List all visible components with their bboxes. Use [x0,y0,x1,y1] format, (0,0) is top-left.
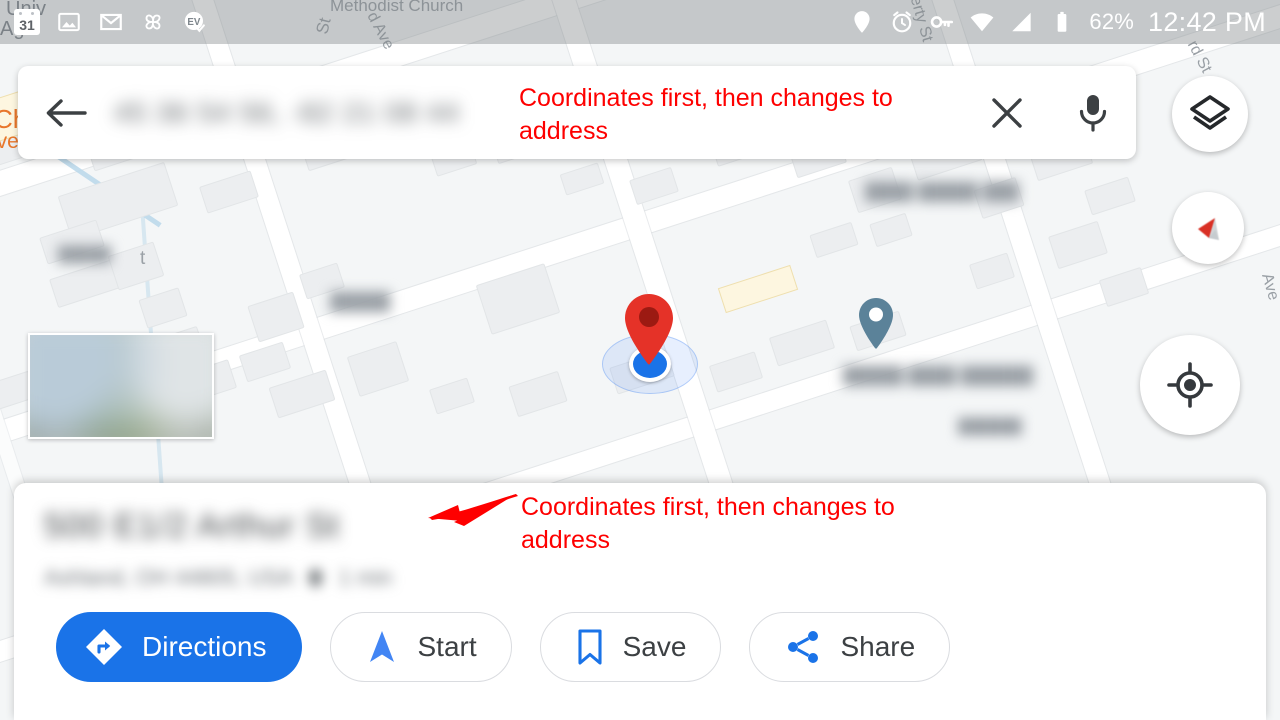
cell-signal-icon [1012,12,1032,32]
vpn-key-icon [931,16,954,28]
annotation-top-note: Coordinates first, then changes to addre… [519,84,893,145]
save-button-label: Save [622,631,687,662]
search-query-text: 45 36 54 56, -82 21 08 44 [114,96,460,128]
map-layers-button[interactable] [1172,76,1248,152]
save-button[interactable]: Save [539,612,722,682]
place-traveltime-text: 1 min [338,565,393,590]
gmail-icon [100,13,122,31]
battery-percent: 62% [1089,9,1135,34]
my-location-button[interactable] [1140,335,1240,435]
share-nodes-icon [788,631,819,663]
status-notification-icons: 31 EV [14,9,208,35]
place-address-text: Ashland, OH 44805, USA [44,565,294,590]
status-system-icons: 62% 12:42 PM [849,7,1266,38]
photos-icon [58,12,80,32]
directions-diamond-icon [86,629,122,665]
pinwheel-icon [145,14,161,30]
my-location-icon [1167,362,1213,408]
place-subtitle: Ashland, OH 44805, USA 1 min [44,563,1236,593]
back-button[interactable] [18,97,114,129]
place-action-buttons: Directions Start Save Share [56,612,951,682]
voice-search-button[interactable] [1050,66,1136,159]
street-view-thumbnail[interactable] [28,333,214,439]
alarm-icon [893,11,912,33]
directions-button-label: Directions [142,631,267,662]
layers-icon [1190,95,1230,130]
compass-button[interactable] [1172,192,1244,264]
status-clock: 12:42 PM [1148,6,1266,37]
annotation-bottom-note: Coordinates first, then changes to addre… [521,493,895,554]
battery-icon [1058,11,1067,32]
start-button-label: Start [417,631,477,662]
back-arrow-icon [46,98,87,127]
street-view-image [30,335,212,437]
annotation-red-arrow-icon [428,494,518,526]
wifi-icon [971,13,994,32]
place-pin-icon [309,569,323,587]
status-bar: 31 EV 62% 12:42 PM [0,0,1280,44]
start-button[interactable]: Start [330,612,512,682]
clear-search-button[interactable] [964,66,1050,159]
svg-text:EV: EV [187,17,201,28]
directions-button[interactable]: Directions [56,612,303,682]
navigation-arrow-icon [370,631,395,662]
compass-icon [1198,218,1219,240]
calendar-icon: 31 [14,9,40,35]
share-button-label: Share [840,631,916,662]
location-icon [854,11,870,33]
ev-check-icon: EV [184,11,205,33]
close-icon [992,97,1022,128]
maps-screen: Univ Ag Methodist Church Ch ivery d Ave … [0,0,1280,720]
bookmark-icon [578,629,602,665]
selected-place-pin-icon[interactable] [621,292,677,368]
poi-pin-icon[interactable] [856,297,896,353]
share-button[interactable]: Share [749,612,951,682]
microphone-icon [1079,94,1107,132]
